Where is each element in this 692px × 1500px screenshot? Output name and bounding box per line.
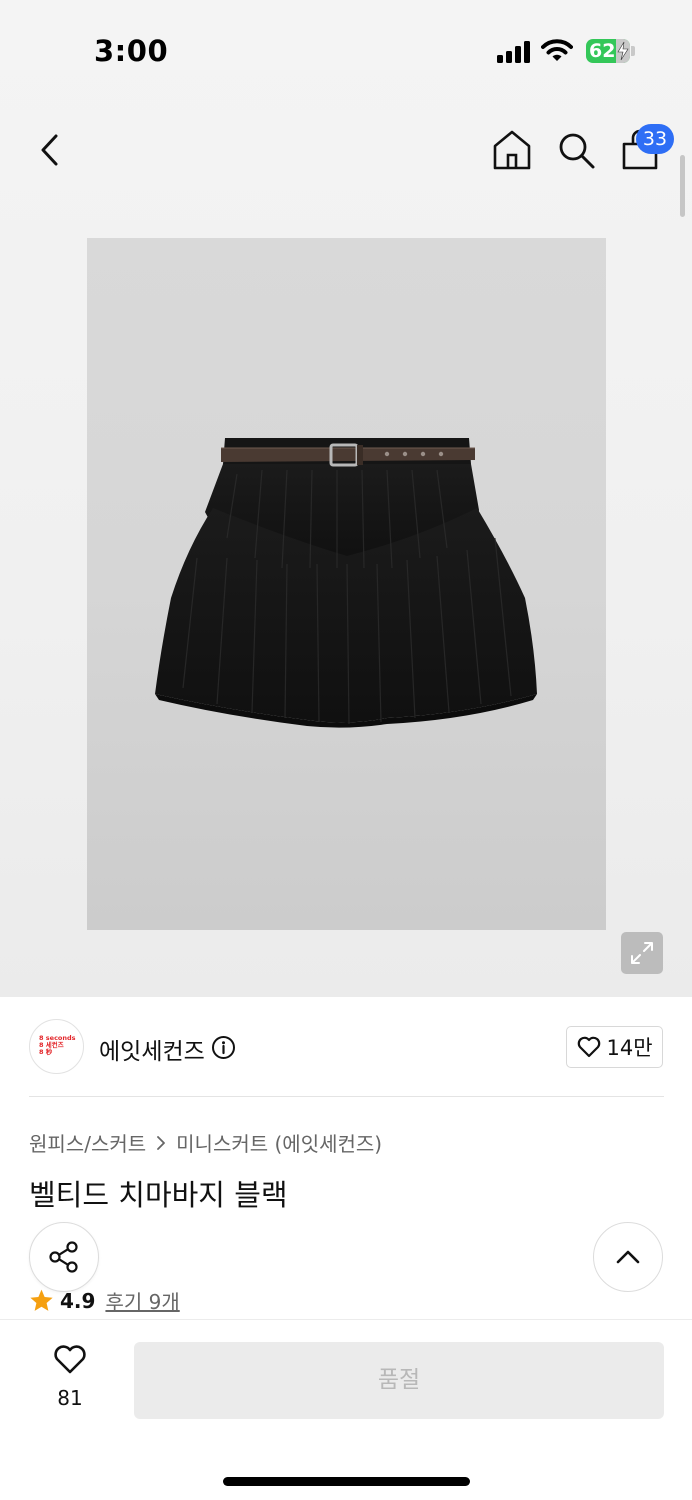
battery-indicator: 62 <box>586 39 630 63</box>
breadcrumb: 원피스/스커트 미니스커트 (에잇세컨즈) <box>29 1128 382 1157</box>
share-icon <box>49 1241 78 1273</box>
battery-nub <box>631 46 635 56</box>
expand-icon[interactable] <box>621 932 663 974</box>
scrollbar[interactable] <box>680 155 685 217</box>
charging-icon <box>617 41 629 61</box>
wifi-icon <box>541 39 573 61</box>
rating-summary: 4.9 후기 9개 <box>29 1286 180 1315</box>
sold-out-button[interactable]: 품절 <box>134 1342 664 1419</box>
brand-name[interactable]: 에잇세컨즈 <box>99 1032 205 1066</box>
reviews-link[interactable]: 후기 9개 <box>105 1286 179 1315</box>
search-icon[interactable] <box>556 130 596 170</box>
divider <box>29 1096 664 1097</box>
black-skirt-image <box>155 438 537 728</box>
chevron-left-icon[interactable] <box>34 128 68 172</box>
brand-logo-line-3: 8 秒 <box>39 1048 53 1056</box>
breadcrumb-subcategory[interactable]: 미니스커트 (에잇세컨즈) <box>176 1128 382 1157</box>
share-button[interactable] <box>29 1222 99 1292</box>
brand-logo[interactable]: 8 seconds 8 세컨즈 8 秒 <box>29 1019 84 1074</box>
status-time: 3:00 <box>94 34 169 68</box>
home-indicator[interactable] <box>223 1477 470 1486</box>
heart-icon <box>54 1345 86 1374</box>
brand-like-button[interactable]: 14만 <box>566 1026 663 1068</box>
wishlist-count: 81 <box>57 1386 83 1410</box>
info-icon[interactable] <box>211 1035 236 1060</box>
cart-count-badge: 33 <box>636 124 674 154</box>
breadcrumb-category[interactable]: 원피스/스커트 <box>29 1128 146 1157</box>
signal-icon <box>497 41 531 63</box>
brand-like-count: 14만 <box>606 1036 653 1060</box>
product-image[interactable] <box>87 238 606 930</box>
battery-level: 62 <box>589 40 616 62</box>
chevron-right-icon <box>157 1135 166 1150</box>
home-icon[interactable] <box>492 129 532 171</box>
rating-score: 4.9 <box>60 1288 96 1313</box>
scroll-to-top-button[interactable] <box>593 1222 663 1292</box>
star-icon <box>30 1289 53 1311</box>
heart-icon <box>578 1036 601 1058</box>
product-title: 벨티드 치마바지 블랙 <box>29 1178 288 1212</box>
chevron-up-icon <box>616 1250 640 1264</box>
